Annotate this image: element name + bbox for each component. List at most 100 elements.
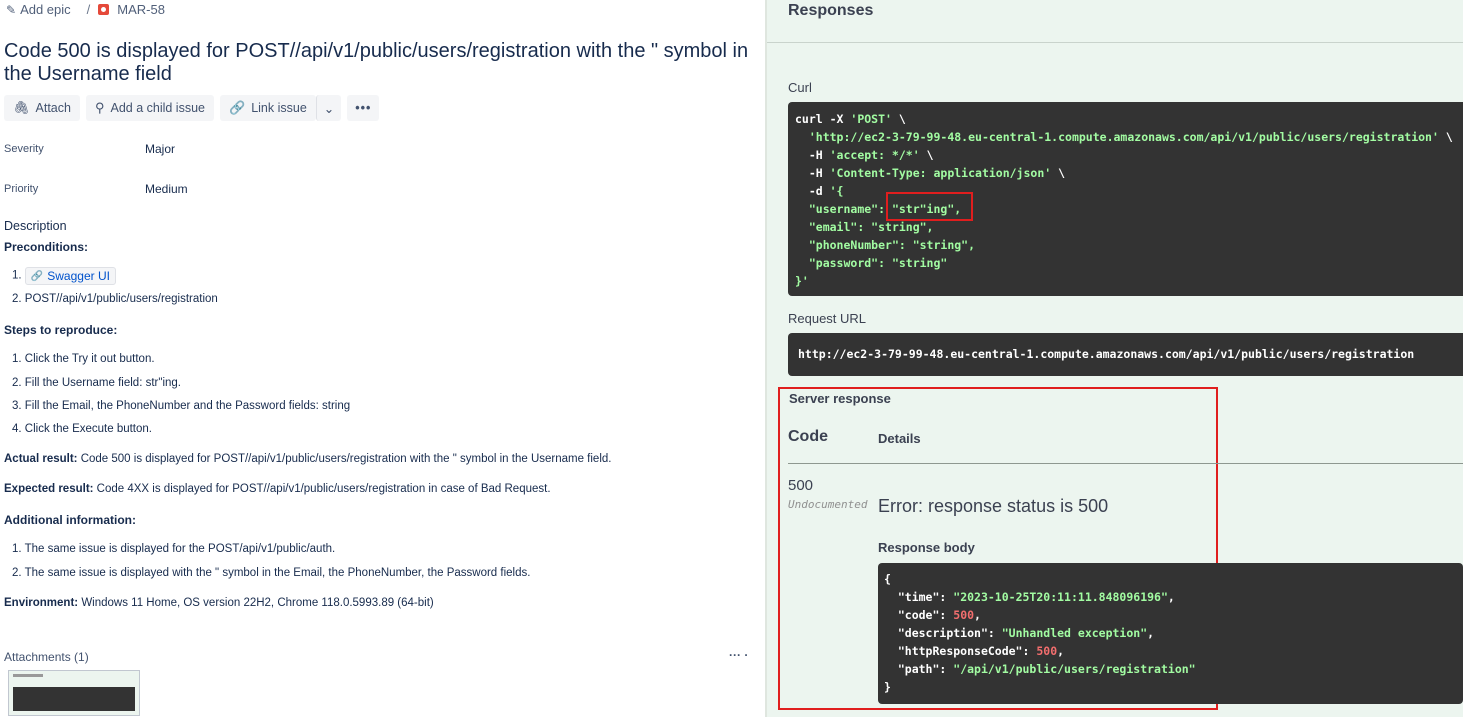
- actual-result-text: Code 500 is displayed for POST//api/v1/p…: [77, 453, 612, 465]
- actual-result-label: Actual result:: [4, 453, 78, 465]
- code-column-header: Code: [788, 428, 828, 445]
- priority-label: Priority: [4, 183, 39, 195]
- responses-title: Responses: [788, 2, 874, 19]
- thumbnail-title-bar: [13, 674, 43, 677]
- step-item: 3. Fill the Email, the PhoneNumber and t…: [12, 400, 351, 412]
- thumbnail-code-block: [13, 687, 135, 711]
- code-text: -d: [795, 184, 830, 198]
- attach-label: Attach: [35, 101, 71, 115]
- list-number: 1.: [12, 269, 22, 282]
- highlight-box: [886, 192, 973, 221]
- environment-text: Windows 11 Home, OS version 22H2, Chrome…: [78, 597, 434, 609]
- curl-line: -H 'accept: */*' \: [795, 146, 1463, 164]
- link-icon: 🔗: [229, 100, 246, 115]
- details-column-header: Details: [878, 431, 921, 446]
- swagger-screenshot: Responses Curl curl -X 'POST' \ 'http://…: [767, 0, 1463, 717]
- response-body-block[interactable]: { "time": "2023-10-25T20:11:11.848096196…: [878, 563, 1463, 704]
- breadcrumb: ✎ Add epic / MAR-58: [6, 2, 165, 17]
- swagger-ui-link-label: Swagger UI: [47, 269, 110, 283]
- curl-line: "password": "string": [795, 254, 1463, 272]
- code-string: "email": "string",: [808, 220, 934, 234]
- description-heading: Description: [4, 219, 67, 233]
- preconditions-title: Preconditions:: [4, 240, 89, 254]
- additional-item: 1. The same issue is displayed for the P…: [12, 543, 336, 555]
- json-number: 500: [953, 608, 975, 622]
- attachments-title: Attachments (1): [4, 650, 89, 664]
- code-string: "phoneNumber": "string",: [808, 238, 976, 252]
- expected-result-text: Code 4XX is displayed for POST//api/v1/p…: [93, 483, 551, 495]
- link-issue-dropdown[interactable]: ⌄: [315, 95, 342, 121]
- undocumented-label: Undocumented: [788, 498, 868, 511]
- divider: [767, 42, 1463, 43]
- issue-panel: ✎ Add epic / MAR-58 Code 500 is displaye…: [0, 0, 765, 717]
- link-issue-label: Link issue: [251, 101, 307, 115]
- expected-result-label: Expected result:: [4, 483, 94, 495]
- add-child-issue-button[interactable]: ⚲ Add a child issue: [85, 95, 214, 121]
- code-string: 'http://ec2-3-79-99-48.eu-central-1.comp…: [808, 130, 1439, 144]
- curl-line: "phoneNumber": "string",: [795, 236, 1463, 254]
- json-string: "2023-10-25T20:11:11.848096196": [953, 590, 1168, 604]
- json-key: "path": [897, 662, 940, 676]
- json-number: 500: [1036, 644, 1058, 658]
- curl-line: }': [795, 272, 1463, 290]
- error-message: Error: response status is 500: [878, 496, 1109, 516]
- link-issue-button[interactable]: 🔗 Link issue: [220, 95, 316, 121]
- code-text: \: [891, 112, 906, 126]
- breadcrumb-separator: /: [86, 2, 91, 17]
- issue-actions: 🖇 Attach ⚲ Add a child issue 🔗 Link issu…: [4, 95, 380, 121]
- json-key: "code": [897, 608, 940, 622]
- issue-title[interactable]: Code 500 is displayed for POST//api/v1/p…: [4, 40, 764, 86]
- priority-value[interactable]: Medium: [145, 182, 188, 196]
- attach-button[interactable]: 🖇 Attach: [4, 95, 80, 121]
- list-number: 2.: [12, 293, 22, 305]
- attachment-thumbnail[interactable]: [8, 670, 140, 716]
- curl-line: curl -X 'POST' \: [795, 110, 1463, 128]
- precondition-item-2: 2. POST//api/v1/public/users/registratio…: [12, 293, 218, 305]
- json-key: "time": [897, 590, 940, 604]
- more-icon: •••: [355, 101, 372, 115]
- attachments-menu-button[interactable]: ··· ·: [729, 648, 748, 662]
- json-string: "/api/v1/public/users/registration": [953, 662, 1196, 676]
- code-string: "password": "string": [808, 256, 948, 270]
- add-child-label: Add a child issue: [110, 101, 205, 115]
- curl-label: Curl: [788, 80, 812, 95]
- step-item: 1. Click the Try it out button.: [12, 353, 155, 365]
- brace: {: [884, 572, 891, 586]
- code-text: curl -X: [795, 112, 851, 126]
- step-item: 4. Click the Execute button.: [12, 423, 152, 435]
- code-string: '{: [829, 184, 844, 198]
- code-text: \: [1438, 130, 1453, 144]
- swagger-ui-link[interactable]: 🔗 Swagger UI: [24, 267, 116, 285]
- actual-result: Actual result: Code 500 is displayed for…: [4, 453, 611, 465]
- json-key: "httpResponseCode": [897, 644, 1023, 658]
- add-epic-link[interactable]: Add epic: [20, 2, 71, 17]
- environment: Environment: Windows 11 Home, OS version…: [4, 597, 434, 609]
- code-text: \: [1051, 166, 1066, 180]
- table-divider: [788, 463, 1463, 464]
- steps-title: Steps to reproduce:: [4, 323, 118, 337]
- issue-key-link[interactable]: MAR-58: [117, 2, 165, 17]
- precondition-text: POST//api/v1/public/users/registration: [24, 293, 218, 305]
- curl-line: -H 'Content-Type: application/json' \: [795, 164, 1463, 182]
- response-body-label: Response body: [878, 540, 975, 555]
- severity-value[interactable]: Major: [145, 142, 175, 156]
- curl-line: 'http://ec2-3-79-99-48.eu-central-1.comp…: [795, 128, 1463, 146]
- code-string: 'accept: */*': [829, 148, 920, 162]
- paperclip-icon: 🖇: [13, 100, 30, 115]
- step-item: 2. Fill the Username field: str"ing.: [12, 377, 181, 389]
- brace: }: [884, 680, 891, 694]
- code-text: -H: [795, 148, 830, 162]
- expected-result: Expected result: Code 4XX is displayed f…: [4, 483, 551, 495]
- code-string: }': [795, 274, 809, 288]
- request-url-block: http://ec2-3-79-99-48.eu-central-1.compu…: [788, 333, 1463, 376]
- severity-label: Severity: [4, 143, 44, 155]
- code-string: 'Content-Type: application/json': [829, 166, 1052, 180]
- more-actions-button[interactable]: •••: [347, 95, 380, 121]
- additional-info-title: Additional information:: [4, 513, 136, 527]
- code-text: \: [919, 148, 934, 162]
- chevron-down-icon: ⌄: [323, 101, 335, 116]
